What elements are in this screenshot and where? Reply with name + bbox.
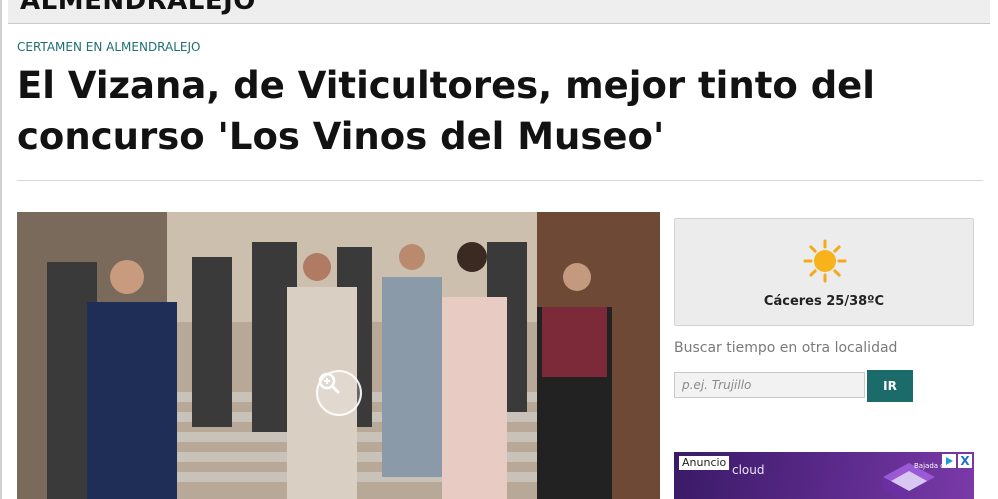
ad-close-button[interactable]: X	[958, 454, 972, 468]
zoom-button[interactable]	[316, 370, 362, 416]
weather-search-label: Buscar tiempo en otra localidad	[674, 340, 898, 356]
weather-location-temp: Cáceres 25/38ºC	[763, 294, 885, 309]
weather-go-button[interactable]: IR	[867, 370, 913, 402]
section-header: ALMENDRALEJO	[8, 0, 990, 24]
weather-location-input[interactable]	[674, 372, 865, 398]
article-headline: El Vizana, de Viticultores, mejor tinto …	[17, 64, 875, 158]
page-left-border	[0, 0, 2, 499]
headline-divider	[17, 180, 983, 181]
group-photo-image	[17, 212, 660, 499]
ad-brand-text: cloud	[732, 463, 765, 477]
article-photo[interactable]	[17, 212, 660, 499]
article-kicker[interactable]: CERTAMEN EN ALMENDRALEJO	[17, 40, 201, 54]
section-title[interactable]: ALMENDRALEJO	[20, 0, 256, 16]
ad-banner[interactable]: Anuncio cloud Bajada de... X	[674, 452, 974, 499]
weather-widget[interactable]: Cáceres 25/38ºC	[674, 218, 974, 326]
ad-badge: Anuncio	[679, 456, 730, 470]
zoom-icon	[318, 372, 340, 394]
sun-icon	[803, 239, 847, 283]
ad-choices-icon[interactable]	[942, 454, 956, 468]
